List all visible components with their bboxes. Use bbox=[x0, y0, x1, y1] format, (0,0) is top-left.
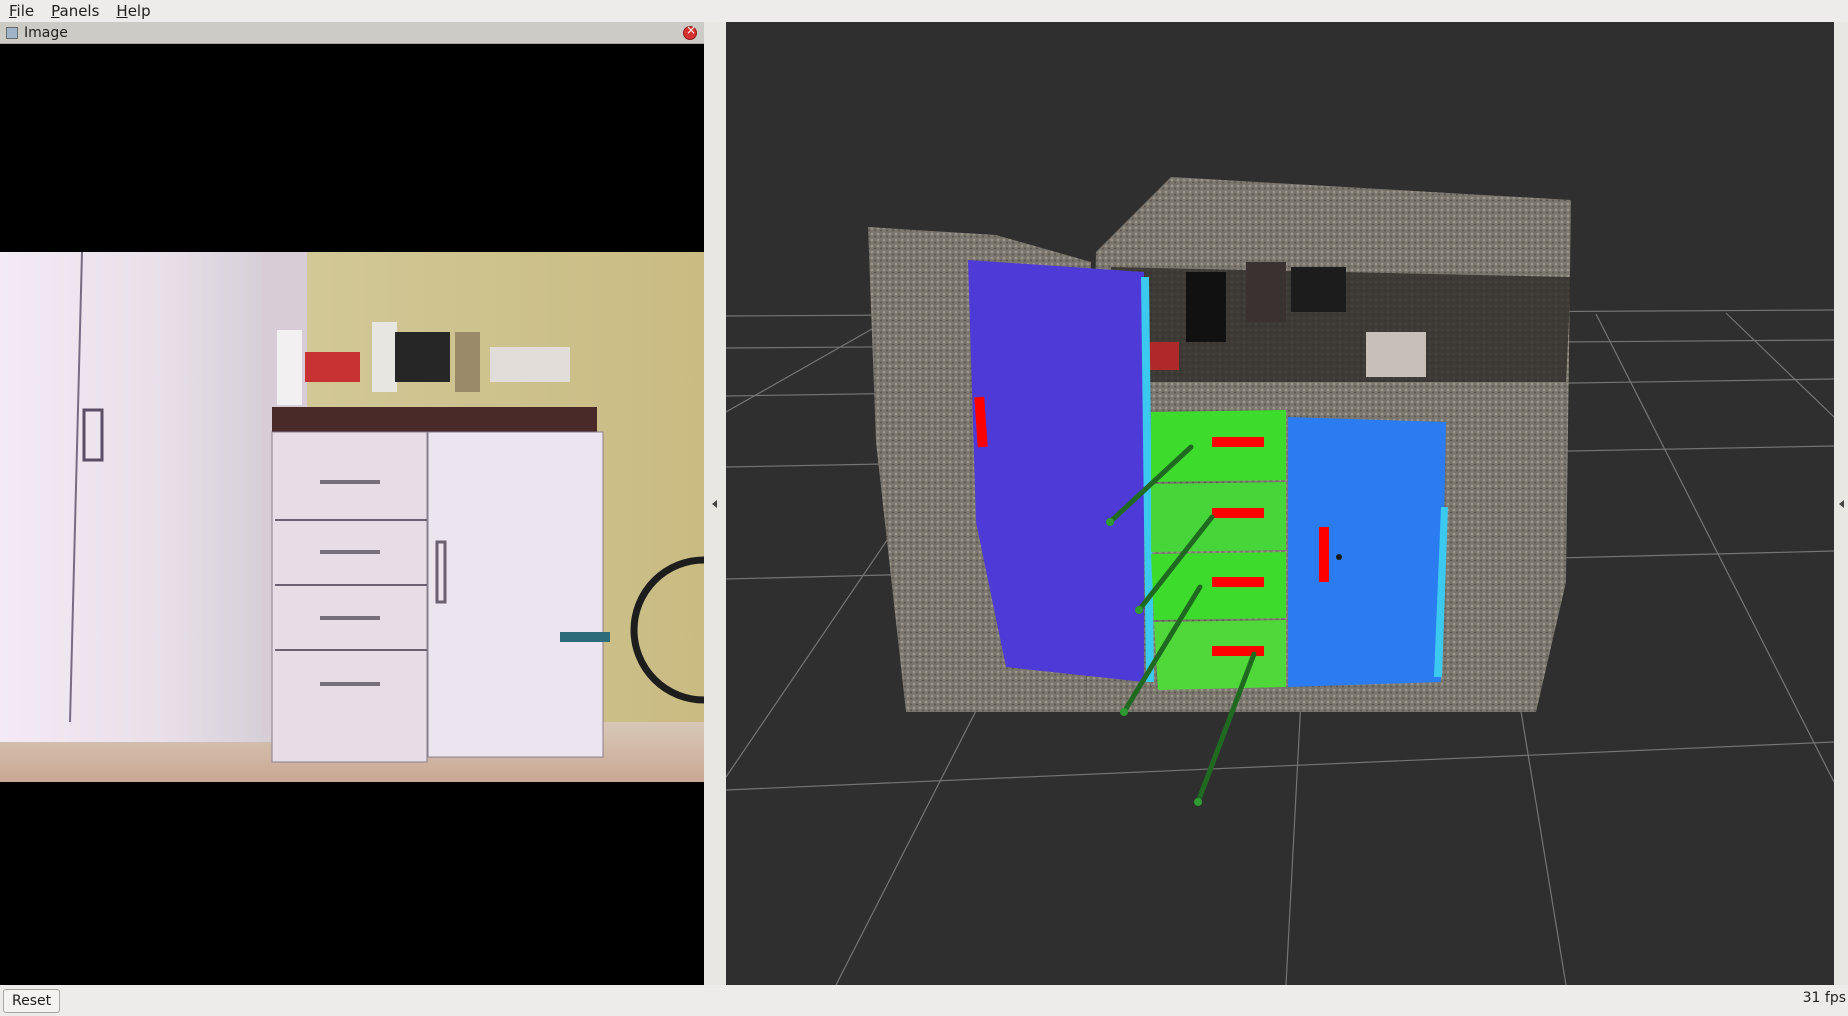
camera-image-drawing bbox=[0, 252, 704, 782]
image-panel-titlebar[interactable]: Image bbox=[0, 22, 704, 44]
image-panel-icon bbox=[6, 26, 18, 39]
image-panel: Image bbox=[0, 22, 704, 985]
menu-bar: File Panels Help bbox=[0, 0, 1848, 22]
camera-image bbox=[0, 252, 704, 782]
close-icon[interactable] bbox=[683, 23, 697, 40]
panel-splitter[interactable] bbox=[704, 22, 726, 985]
image-panel-title: Image bbox=[24, 24, 68, 41]
right-splitter[interactable] bbox=[1834, 22, 1848, 985]
collapse-left-icon[interactable] bbox=[712, 500, 717, 508]
door-right bbox=[1288, 417, 1448, 687]
3d-scene bbox=[726, 177, 1834, 985]
drawer-fronts bbox=[1151, 410, 1286, 690]
3d-view[interactable] bbox=[726, 22, 1834, 985]
fps-readout: 31 fps bbox=[1802, 990, 1846, 1006]
collapse-right-icon[interactable] bbox=[1839, 500, 1844, 508]
menu-file[interactable]: File bbox=[0, 0, 42, 22]
menu-panels[interactable]: Panels bbox=[42, 0, 107, 22]
reset-button[interactable]: Reset bbox=[3, 989, 61, 1013]
menu-help[interactable]: Help bbox=[107, 0, 158, 22]
status-bar: Reset 31 fps bbox=[0, 985, 1848, 1016]
